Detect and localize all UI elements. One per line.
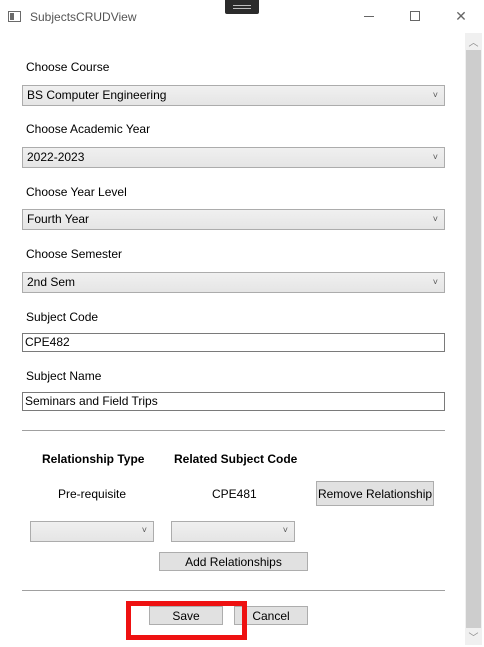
relationship-type-combobox[interactable]: ˅ (30, 521, 154, 542)
close-icon: ✕ (455, 7, 467, 24)
scroll-down-arrow-icon[interactable]: ﹀ (465, 628, 482, 645)
semester-combobox[interactable]: 2nd Sem ˅ (22, 272, 445, 293)
year-level-combobox[interactable]: Fourth Year ˅ (22, 209, 445, 230)
chevron-down-icon: ˅ (282, 525, 288, 535)
related-subject-code-header: Related Subject Code (174, 452, 298, 466)
remove-relationship-button[interactable]: Remove Relationship (316, 481, 434, 506)
year-level-selected-value: Fourth Year (27, 212, 90, 226)
semester-label: Choose Semester (26, 247, 123, 261)
divider (22, 430, 445, 431)
subject-code-label: Subject Code (26, 310, 99, 324)
course-label: Choose Course (26, 60, 110, 74)
chevron-down-icon: ˅ (432, 277, 438, 287)
relationship-type-header: Relationship Type (42, 452, 145, 466)
semester-selected-value: 2nd Sem (27, 275, 76, 289)
maximize-icon (410, 11, 420, 21)
minimize-icon (364, 15, 374, 17)
academic-year-combobox[interactable]: 2022-2023 ˅ (22, 147, 445, 168)
academic-year-label: Choose Academic Year (26, 122, 151, 136)
vertical-scrollbar[interactable]: ︿ ﹀ (465, 33, 482, 645)
related-subject-code-combobox[interactable]: ˅ (171, 521, 295, 542)
chevron-down-icon: ˅ (432, 90, 438, 100)
maximize-button[interactable] (392, 0, 438, 32)
subject-code-input[interactable]: CPE482 (22, 333, 445, 352)
course-combobox[interactable]: BS Computer Engineering ˅ (22, 85, 445, 106)
scroll-thumb[interactable] (466, 50, 481, 628)
related-subject-code-cell: CPE481 (212, 487, 257, 501)
drag-handle-icon[interactable] (225, 0, 259, 14)
minimize-button[interactable] (346, 0, 392, 32)
title-bar: SubjectsCRUDView ✕ (0, 0, 484, 32)
divider (22, 590, 445, 591)
academic-year-selected-value: 2022-2023 (27, 150, 85, 164)
subject-name-input[interactable]: Seminars and Field Trips (22, 392, 445, 411)
highlight-annotation (126, 601, 247, 640)
add-relationships-button[interactable]: Add Relationships (159, 552, 308, 571)
chevron-down-icon: ˅ (141, 525, 147, 535)
chevron-down-icon: ˅ (432, 214, 438, 224)
subject-name-label: Subject Name (26, 369, 102, 383)
window-title: SubjectsCRUDView (30, 10, 137, 24)
relationship-type-cell: Pre-requisite (58, 487, 127, 501)
scroll-up-arrow-icon[interactable]: ︿ (465, 33, 482, 50)
year-level-label: Choose Year Level (26, 185, 127, 199)
course-selected-value: BS Computer Engineering (27, 88, 167, 102)
close-button[interactable]: ✕ (438, 0, 484, 32)
chevron-down-icon: ˅ (432, 152, 438, 162)
app-icon (8, 11, 21, 22)
